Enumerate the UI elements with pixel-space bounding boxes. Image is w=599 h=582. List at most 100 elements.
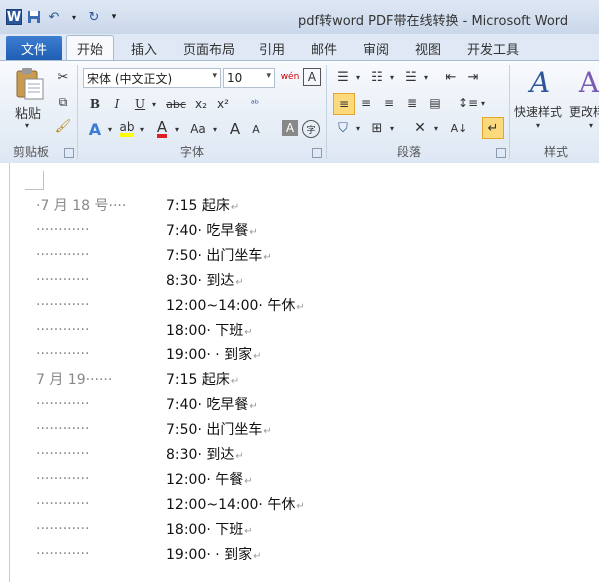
document-line[interactable]: ············ 7:50· 出门坐车↵ — [36, 244, 576, 266]
chinese-layout-icon[interactable]: ✕ — [409, 118, 431, 138]
numbering-dropdown-icon[interactable]: ▾ — [387, 68, 397, 86]
line-spacing-dropdown-icon[interactable]: ▾ — [478, 93, 488, 113]
cut-icon[interactable]: ✂ — [55, 69, 71, 85]
text-effects-icon[interactable]: A — [85, 119, 105, 139]
shrink-font-button[interactable]: A — [247, 119, 265, 139]
phonetic-guide-icon[interactable]: wén — [280, 67, 300, 87]
quick-styles-button[interactable]: 快速样式 — [514, 103, 562, 120]
sort-icon[interactable]: A↓ — [449, 118, 469, 138]
quick-access-toolbar: W ↶ ▾ ↻ ▾ — [6, 9, 122, 25]
document-line[interactable]: ············ 12:00~14:00· 午休↵ — [36, 493, 576, 515]
tab-view[interactable]: 视图 — [415, 39, 441, 58]
document-line[interactable]: ············ 19:00· · 到家↵ — [36, 343, 576, 365]
customize-qat-icon[interactable]: ▾ — [106, 9, 122, 25]
paste-button[interactable]: 粘贴 — [15, 103, 41, 122]
page-corner-mark — [25, 171, 44, 190]
document-line[interactable]: 7 月 19······ 7:15 起床↵ — [36, 368, 576, 390]
distributed-icon[interactable]: ▤ — [425, 93, 445, 113]
document-line[interactable]: ············ 12:00~14:00· 午休↵ — [36, 294, 576, 316]
change-styles-dropdown-icon[interactable]: ▾ — [589, 121, 593, 130]
document-line[interactable]: ············ 7:40· 吃早餐↵ — [36, 393, 576, 415]
multilevel-dropdown-icon[interactable]: ▾ — [421, 68, 431, 86]
multilevel-list-icon[interactable]: ☱ — [401, 68, 421, 86]
tab-review[interactable]: 审阅 — [363, 39, 389, 58]
document-line[interactable]: ············ 8:30· 到达↵ — [36, 443, 576, 465]
underline-button[interactable]: U — [131, 95, 149, 113]
align-right-icon[interactable]: ≡ — [379, 93, 399, 113]
bold-button[interactable]: B — [86, 95, 104, 113]
subscript-button[interactable]: x₂ — [192, 95, 210, 113]
paragraph-mark: ↵ — [244, 326, 253, 338]
font-color-dropdown-icon[interactable]: ▾ — [172, 119, 182, 139]
character-shading-icon[interactable]: A — [282, 120, 298, 136]
font-name-combo[interactable]: 宋体 (中文正文) ▾ — [83, 68, 221, 88]
chinese-layout-dropdown-icon[interactable]: ▾ — [431, 118, 441, 138]
document-line[interactable]: ············ 19:00· · 到家↵ — [36, 543, 576, 565]
paste-icon[interactable] — [13, 67, 49, 101]
justify-icon[interactable]: ≣ — [402, 93, 422, 113]
format-painter-icon[interactable]: 🖌 — [55, 118, 72, 134]
bullets-dropdown-icon[interactable]: ▾ — [353, 68, 363, 86]
line-time: 19:00 — [166, 347, 207, 364]
decrease-indent-icon[interactable]: ⇤ — [441, 68, 461, 86]
show-formatting-marks-icon[interactable]: ↵ — [482, 117, 504, 139]
document-line[interactable]: ············ 18:00· 下班↵ — [36, 319, 576, 341]
font-size-combo[interactable]: 10 ▾ — [223, 68, 275, 88]
paragraph-launcher-icon[interactable] — [496, 148, 506, 158]
highlight-dropdown-icon[interactable]: ▾ — [137, 119, 147, 139]
strikethrough-button[interactable]: abc — [164, 95, 188, 113]
change-styles-button[interactable]: 更改样 — [569, 103, 599, 120]
highlight-color-icon[interactable]: ab — [117, 119, 137, 139]
document-page[interactable]: ·7 月 18 号···· 7:15 起床↵ ············ 7:40· 吃… — [9, 163, 599, 582]
line-text: · · 到家 — [206, 347, 253, 364]
line-prefix: ············ — [36, 221, 90, 238]
italic-button[interactable]: I — [108, 95, 126, 113]
increase-indent-icon[interactable]: ⇥ — [463, 68, 483, 86]
document-line[interactable]: ············ 7:40· 吃早餐↵ — [36, 219, 576, 241]
borders-icon[interactable]: ⊞ — [367, 118, 387, 138]
shading-icon[interactable]: ⛉ — [333, 118, 353, 138]
text-effects-dropdown-icon[interactable]: ▾ — [105, 119, 115, 139]
change-case-dropdown-icon[interactable]: ▾ — [210, 119, 220, 139]
enclose-character-button[interactable]: 字 — [302, 120, 320, 138]
tab-references[interactable]: 引用 — [259, 39, 285, 58]
copy-icon[interactable]: ⧉ — [55, 94, 71, 110]
line-spacing-icon[interactable]: ↕≡ — [458, 93, 478, 113]
document-line[interactable]: ············ 7:50· 出门坐车↵ — [36, 418, 576, 440]
grow-font-button[interactable]: A — [226, 119, 244, 139]
bullets-icon[interactable]: ☰ — [333, 68, 353, 86]
tab-developer[interactable]: 开发工具 — [467, 39, 519, 58]
change-styles-icon[interactable]: A — [574, 65, 599, 99]
undo-icon[interactable]: ↶ — [46, 9, 62, 25]
clipboard-launcher-icon[interactable] — [64, 148, 74, 158]
align-left-icon[interactable]: ≡ — [333, 93, 355, 115]
change-case-button[interactable]: Aa — [186, 119, 210, 139]
align-center-icon[interactable]: ≡ — [356, 93, 376, 113]
tab-file[interactable]: 文件 — [6, 36, 62, 60]
document-line[interactable]: ·7 月 18 号···· 7:15 起床↵ — [36, 194, 576, 216]
quick-styles-dropdown-icon[interactable]: ▾ — [536, 121, 540, 130]
numbering-icon[interactable]: ☷ — [367, 68, 387, 86]
tab-page-layout[interactable]: 页面布局 — [183, 39, 235, 58]
underline-dropdown-icon[interactable]: ▾ — [149, 95, 159, 113]
undo-dropdown-icon[interactable]: ▾ — [66, 9, 82, 25]
clear-formatting-icon[interactable]: ᵃᵇ — [245, 94, 265, 114]
quick-styles-icon[interactable]: A — [523, 65, 557, 99]
document-line[interactable]: ············ 12:00· 午餐↵ — [36, 468, 576, 490]
save-icon[interactable] — [26, 9, 42, 25]
tab-mailings[interactable]: 邮件 — [311, 39, 337, 58]
document-line[interactable]: ············ 8:30· 到达↵ — [36, 269, 576, 291]
paste-dropdown-icon[interactable]: ▾ — [25, 121, 29, 130]
redo-icon[interactable]: ↻ — [86, 9, 102, 25]
word-app-icon[interactable]: W — [6, 9, 22, 25]
paragraph-mark: ↵ — [249, 226, 258, 238]
font-launcher-icon[interactable] — [312, 148, 322, 158]
tab-insert[interactable]: 插入 — [131, 39, 157, 58]
shading-dropdown-icon[interactable]: ▾ — [353, 118, 363, 138]
superscript-button[interactable]: x² — [214, 95, 232, 113]
tab-home[interactable]: 开始 — [66, 35, 115, 60]
font-color-icon[interactable]: A — [152, 119, 172, 139]
character-border-icon[interactable]: A — [303, 68, 321, 86]
document-line[interactable]: ············ 18:00· 下班↵ — [36, 518, 576, 540]
borders-dropdown-icon[interactable]: ▾ — [387, 118, 397, 138]
